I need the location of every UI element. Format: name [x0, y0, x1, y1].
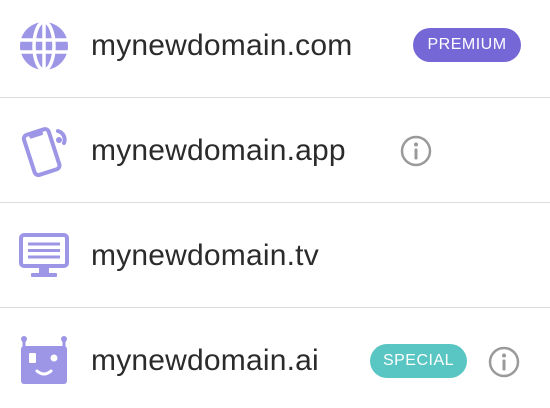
special-badge: SPECIAL	[370, 344, 467, 378]
phone-icon	[18, 125, 70, 177]
info-icon[interactable]	[400, 135, 432, 167]
domain-name: mynewdomain.app	[91, 134, 346, 167]
domain-name: mynewdomain.tv	[91, 239, 319, 272]
domain-row-com[interactable]: mynewdomain.com PREMIUM	[0, 0, 550, 98]
premium-badge: PREMIUM	[413, 28, 521, 62]
domain-row-tv[interactable]: mynewdomain.tv	[0, 204, 550, 308]
robot-icon	[18, 335, 70, 387]
globe-icon	[18, 20, 70, 72]
domain-row-ai[interactable]: mynewdomain.ai SPECIAL	[0, 309, 550, 408]
domain-name: mynewdomain.com	[91, 29, 353, 62]
domain-row-app[interactable]: mynewdomain.app	[0, 99, 550, 203]
domain-list: mynewdomain.com PREMIUM mynewdomain.app	[0, 0, 550, 408]
tv-monitor-icon	[18, 230, 70, 282]
info-icon[interactable]	[488, 346, 520, 378]
domain-name: mynewdomain.ai	[91, 344, 319, 377]
